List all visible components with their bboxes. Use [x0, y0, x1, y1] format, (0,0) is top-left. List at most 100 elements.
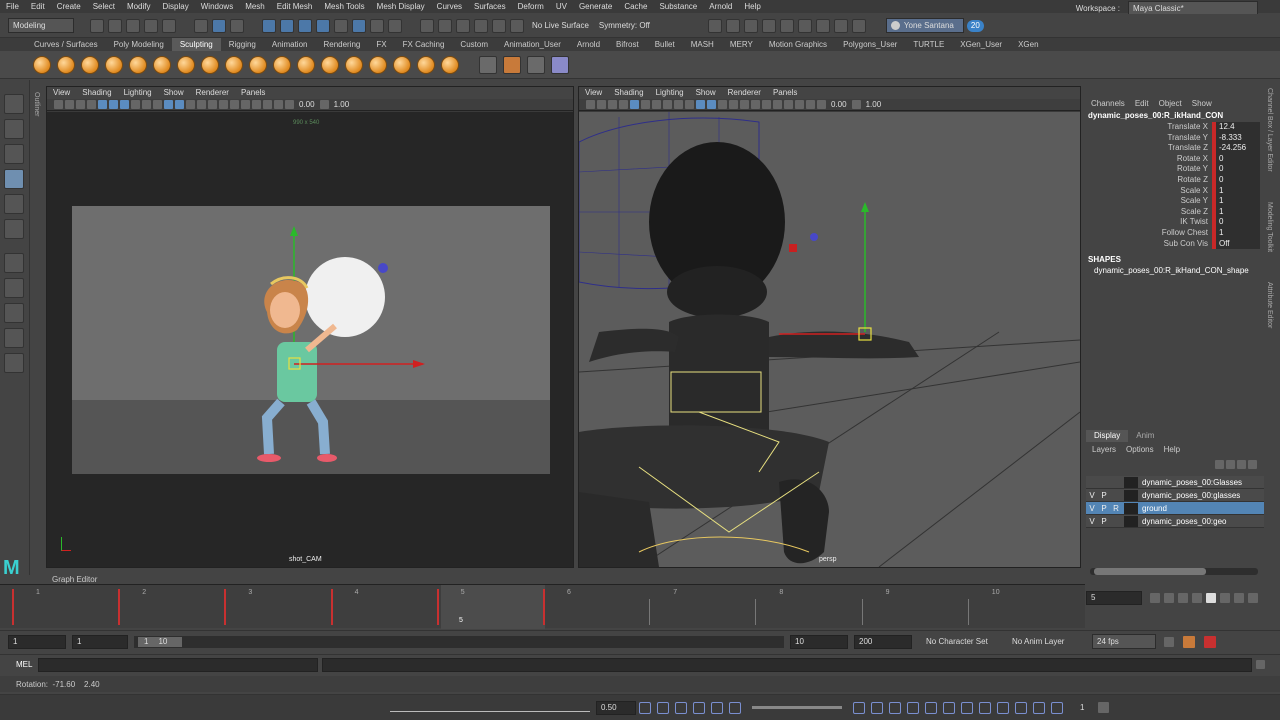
render-icon-7[interactable]	[815, 18, 830, 33]
repeat-tool-icon[interactable]	[225, 55, 243, 74]
channel-value[interactable]: 1	[1216, 185, 1260, 197]
vp-left-backface-icon[interactable]	[274, 100, 283, 109]
wax-tool-icon[interactable]	[273, 55, 291, 74]
imprint-tool-icon[interactable]	[249, 55, 267, 74]
vp-left-shading-menu[interactable]: Shading	[76, 87, 117, 99]
scrape-tool-icon[interactable]	[297, 55, 315, 74]
menu-mesh[interactable]: Mesh	[239, 0, 271, 13]
mel-label[interactable]: MEL	[16, 660, 38, 669]
blend-slider[interactable]	[752, 706, 842, 709]
vp-right-gamma-value[interactable]: 1.00	[862, 100, 886, 109]
channel-label[interactable]: Scale Y	[1086, 196, 1212, 207]
channel-value[interactable]: 1	[1216, 196, 1260, 207]
vp-left-panels-menu[interactable]: Panels	[235, 87, 271, 99]
vp-left-renderer-menu[interactable]: Renderer	[190, 87, 235, 99]
stamp-icon[interactable]	[503, 55, 521, 74]
vp-left-exposure-value[interactable]: 0.00	[295, 100, 319, 109]
plus-icon[interactable]	[639, 701, 651, 714]
channel-label[interactable]: Translate Y	[1086, 133, 1212, 144]
key-icon-2[interactable]	[675, 701, 687, 714]
channels-menu[interactable]: Channels	[1091, 99, 1125, 108]
smooth-tool-icon[interactable]	[57, 55, 75, 74]
tab-motion-graphics[interactable]: Motion Graphics	[761, 38, 835, 51]
channel-value[interactable]: -8.333	[1216, 132, 1260, 144]
layer-scrollbar[interactable]	[1090, 568, 1258, 575]
menu-edit[interactable]: Edit	[25, 0, 51, 13]
vp-right-field-chart-icon[interactable]	[674, 100, 683, 109]
mode-dropdown[interactable]: Modeling	[8, 18, 74, 33]
vp-left-shadows-icon[interactable]	[208, 100, 217, 109]
user-dropdown[interactable]: Yone Santana	[885, 18, 964, 33]
layer-help-menu[interactable]: Help	[1164, 445, 1180, 454]
menu-mesh-display[interactable]: Mesh Display	[371, 0, 431, 13]
mel-input[interactable]	[38, 657, 318, 672]
tab-polygons-user[interactable]: Polygons_User	[835, 38, 905, 51]
tangent-icon-11[interactable]	[1033, 701, 1045, 714]
range-slider-handle[interactable]: 1 10	[138, 636, 182, 647]
tab-anim-layers[interactable]: Anim	[1128, 430, 1162, 442]
snap-grid-icon[interactable]	[420, 18, 434, 33]
go-to-start-icon[interactable]	[1150, 593, 1160, 603]
tangent-icon-8[interactable]	[979, 701, 991, 714]
relax-tool-icon[interactable]	[81, 55, 99, 74]
menu-file[interactable]: File	[0, 0, 25, 13]
tab-arnold[interactable]: Arnold	[569, 38, 608, 51]
menu-curves[interactable]: Curves	[431, 0, 468, 13]
vp-left-lighting-menu[interactable]: Lighting	[118, 87, 158, 99]
vp-left-isolate-icon[interactable]	[241, 100, 250, 109]
snap-surface-icon[interactable]	[492, 18, 506, 33]
menu-mesh-tools[interactable]: Mesh Tools	[318, 0, 370, 13]
tab-fx-caching[interactable]: FX Caching	[395, 38, 453, 51]
tab-xgen[interactable]: XGen	[1010, 38, 1046, 51]
channel-row[interactable]: Translate Y -8.333	[1086, 132, 1264, 144]
viewport-left-canvas[interactable]: 990 x 540 shot_CAM	[47, 112, 573, 567]
render-icon-4[interactable]	[761, 18, 776, 33]
layer-row[interactable]: V Pdynamic_poses_00:geo	[1086, 515, 1264, 528]
layer-playback-toggle[interactable]: P	[1098, 517, 1110, 526]
snap-point-icon[interactable]	[456, 18, 470, 33]
vp-left-gate-mask-icon[interactable]	[131, 100, 140, 109]
layer-new-icon[interactable]	[1237, 459, 1246, 469]
vp-right-lights-icon[interactable]	[729, 100, 738, 109]
playback-end-field[interactable]: 10	[790, 634, 848, 649]
render-icon-5[interactable]	[779, 18, 794, 33]
tangent-icon-3[interactable]	[889, 701, 901, 714]
channel-row[interactable]: Rotate Y 0	[1086, 164, 1264, 175]
channel-value[interactable]: 0	[1216, 217, 1260, 228]
channel-value[interactable]: 1	[1216, 206, 1260, 218]
vp-left-cam-icon[interactable]	[54, 100, 63, 109]
menu-cache[interactable]: Cache	[618, 0, 653, 13]
freeze-tool-icon[interactable]	[441, 55, 459, 74]
spray-tool-icon[interactable]	[201, 55, 219, 74]
vp-left-exposure-icon[interactable]	[285, 100, 294, 109]
layer-color-swatch[interactable]	[1124, 502, 1138, 514]
channel-row[interactable]: Sub Con Vis Off	[1086, 238, 1264, 250]
layer-name[interactable]: dynamic_poses_00:geo	[1138, 517, 1227, 526]
channel-show-menu[interactable]: Show	[1192, 99, 1212, 108]
tab-display-layers[interactable]: Display	[1086, 430, 1129, 442]
vp-right-gate-mask-icon[interactable]	[663, 100, 672, 109]
tab-poly-modeling[interactable]: Poly Modeling	[106, 38, 172, 51]
tangent-icon-12[interactable]	[1051, 701, 1063, 714]
step-forward-frame-icon[interactable]	[1234, 593, 1244, 603]
tab-mash[interactable]: MASH	[683, 38, 722, 51]
character-set-dropdown[interactable]: No Character Set	[926, 637, 1012, 646]
tab-rigging[interactable]: Rigging	[221, 38, 264, 51]
vp-right-show-menu[interactable]: Show	[690, 87, 722, 99]
menu-uv[interactable]: UV	[550, 0, 573, 13]
menu-arnold[interactable]: Arnold	[703, 0, 738, 13]
channel-value[interactable]: 0	[1216, 174, 1260, 186]
lasso-tool-icon[interactable]	[4, 119, 24, 139]
menu-modify[interactable]: Modify	[121, 0, 157, 13]
vp-left-xray-joints-icon[interactable]	[263, 100, 272, 109]
outliner-layout-icon[interactable]	[4, 353, 24, 373]
channel-label[interactable]: Rotate Z	[1086, 175, 1212, 186]
go-to-end-icon[interactable]	[1248, 593, 1258, 603]
menu-surfaces[interactable]: Surfaces	[468, 0, 512, 13]
channel-value[interactable]: 0	[1216, 153, 1260, 165]
channel-row[interactable]: Rotate Z 0	[1086, 174, 1264, 186]
key-icon-5[interactable]	[729, 701, 741, 714]
layers-menu[interactable]: Layers	[1092, 445, 1116, 454]
mask-icon-6[interactable]	[352, 18, 366, 33]
vp-right-panels-menu[interactable]: Panels	[767, 87, 803, 99]
